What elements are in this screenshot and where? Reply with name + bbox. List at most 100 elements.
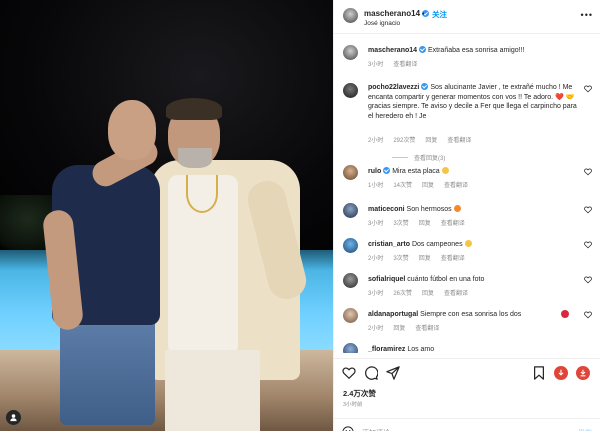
like-count[interactable]: 26次赞 — [393, 291, 412, 297]
likes-count[interactable]: 2.4万次赞 — [343, 388, 376, 399]
separator-dot: • — [422, 9, 425, 18]
comment-text: _floramirez Los amo — [368, 345, 578, 353]
avatar[interactable] — [343, 83, 358, 98]
comment-meta: 1小时 14次赞 回复 查看翻译 — [368, 180, 478, 189]
comment-text: sofialriquel cuánto fútbol en una foto — [368, 275, 578, 285]
avatar[interactable] — [343, 203, 358, 218]
timestamp: 3小时 — [368, 221, 384, 227]
header-username[interactable]: mascherano14 — [364, 9, 430, 18]
reply-link[interactable]: 回复 — [419, 256, 431, 262]
avatar[interactable] — [343, 8, 358, 23]
emoji-icon — [464, 240, 472, 247]
comment-text: cristian_arto Dos campeones — [368, 240, 578, 250]
post-sidebar: mascherano14 • 关注 José ignacio ••• masch… — [333, 0, 600, 444]
user-tag-icon[interactable] — [6, 410, 21, 425]
see-translation-link[interactable]: 查看翻译 — [447, 138, 471, 144]
timestamp: 2小时 — [368, 138, 384, 144]
heart-icon[interactable] — [584, 206, 592, 214]
save-icon[interactable] — [532, 366, 546, 380]
fire-icon — [453, 205, 461, 212]
bottom-margin — [0, 431, 600, 444]
post-header: mascherano14 • 关注 José ignacio ••• — [334, 0, 600, 34]
comment-body: cuánto fútbol en una foto — [407, 276, 485, 283]
download-icon[interactable] — [554, 366, 568, 380]
reply-link[interactable]: 回复 — [422, 183, 434, 189]
see-translation-link[interactable]: 查看翻译 — [441, 256, 465, 262]
heart-icon[interactable] — [584, 311, 592, 319]
timestamp: 3小时 — [368, 291, 384, 297]
see-translation-link[interactable]: 查看翻译 — [393, 62, 417, 68]
like-count[interactable]: 292次赞 — [393, 138, 415, 144]
heart-icon[interactable] — [584, 85, 592, 93]
comment-username[interactable]: rulo — [368, 168, 381, 175]
post-photo[interactable] — [0, 0, 333, 431]
heart-icon[interactable] — [584, 241, 592, 249]
comment-icon[interactable] — [364, 366, 378, 380]
necklace — [186, 175, 218, 213]
comment-body: Los amo — [407, 346, 435, 353]
comment-text: rulo Mira esta placa — [368, 167, 578, 177]
comment-meta: 3小时 26次赞 回复 查看翻译 — [368, 288, 478, 297]
heart-icon[interactable] — [584, 168, 592, 176]
see-translation-link[interactable]: 查看翻译 — [444, 183, 468, 189]
avatar[interactable] — [343, 238, 358, 253]
comment-username[interactable]: cristian_arto — [368, 241, 410, 248]
comments-list[interactable]: mascherano14 Extrañaba esa sonrisa amigo… — [334, 35, 600, 353]
see-translation-link[interactable]: 查看翻译 — [441, 221, 465, 227]
avatar[interactable] — [343, 273, 358, 288]
comment-username[interactable]: pocho22lavezzi — [368, 84, 419, 91]
reply-link[interactable]: 回复 — [393, 326, 405, 332]
avatar[interactable] — [343, 165, 358, 180]
person-right-hair — [166, 98, 222, 120]
person-left-head — [108, 100, 156, 160]
heart-icon[interactable] — [584, 276, 592, 284]
avatar[interactable] — [343, 343, 358, 353]
comment-body: Son hermosos — [406, 206, 452, 213]
more-icon[interactable]: ••• — [581, 10, 593, 20]
comment-meta: 2小时 3次赞 回复 查看翻译 — [368, 253, 475, 262]
timestamp: 2小时 — [368, 256, 384, 262]
like-count[interactable]: 3次赞 — [393, 256, 408, 262]
timestamp: 3小时 — [368, 62, 384, 68]
comment-username[interactable]: sofialriquel — [368, 276, 405, 283]
caption-username[interactable]: mascherano14 — [368, 47, 417, 54]
download-all-icon[interactable] — [576, 366, 590, 380]
view-replies-link[interactable]: 查看回复(3) — [392, 153, 445, 162]
follow-button[interactable]: 关注 — [432, 9, 447, 20]
avatar[interactable] — [343, 45, 358, 60]
comment-body: Dos campeones — [411, 241, 463, 248]
avatar[interactable] — [343, 308, 358, 323]
comment-meta: 3小时 3次赞 回复 查看翻译 — [368, 218, 475, 227]
action-bar — [334, 358, 600, 388]
reply-link[interactable]: 回复 — [419, 221, 431, 227]
comment-body: Siempre con esa sonrisa los dos — [420, 311, 522, 318]
caption-body: Extrañaba esa sonrisa amigo!!! — [427, 47, 525, 54]
like-count[interactable]: 3次赞 — [393, 221, 408, 227]
location-link[interactable]: José ignacio — [364, 20, 400, 27]
comment-username[interactable]: _floramirez — [368, 346, 405, 353]
comment-username[interactable]: aldanaportugal — [368, 311, 418, 318]
comment-body: Mira esta placa — [392, 168, 440, 175]
reply-link[interactable]: 回复 — [425, 138, 437, 144]
emoji-icon — [441, 167, 449, 174]
caption-meta: 3小时 查看翻译 — [368, 59, 427, 68]
comment-text: maticeconi Son hermosos — [368, 205, 578, 215]
post-timestamp: 3小时前 — [343, 402, 363, 408]
comment-text: pocho22lavezzi Sos alucinante Javier , t… — [368, 83, 578, 121]
see-translation-link[interactable]: 查看翻译 — [444, 291, 468, 297]
heart-icon[interactable] — [342, 366, 356, 380]
verified-icon — [419, 46, 427, 53]
comment-username[interactable]: maticeconi — [368, 206, 405, 213]
person-right-pants — [165, 350, 260, 431]
verified-icon — [421, 83, 429, 90]
like-count[interactable]: 14次赞 — [393, 183, 412, 189]
share-icon[interactable] — [386, 366, 400, 380]
timestamp: 1小时 — [368, 183, 384, 189]
post-view: mascherano14 • 关注 José ignacio ••• masch… — [0, 0, 600, 444]
timestamp: 2小时 — [368, 326, 384, 332]
reply-link[interactable]: 回复 — [422, 291, 434, 297]
see-translation-link[interactable]: 查看翻译 — [415, 326, 439, 332]
heart-emoji-icon — [561, 310, 569, 318]
caption-text: mascherano14 Extrañaba esa sonrisa amigo… — [368, 46, 578, 56]
person-left-shorts — [60, 315, 155, 425]
